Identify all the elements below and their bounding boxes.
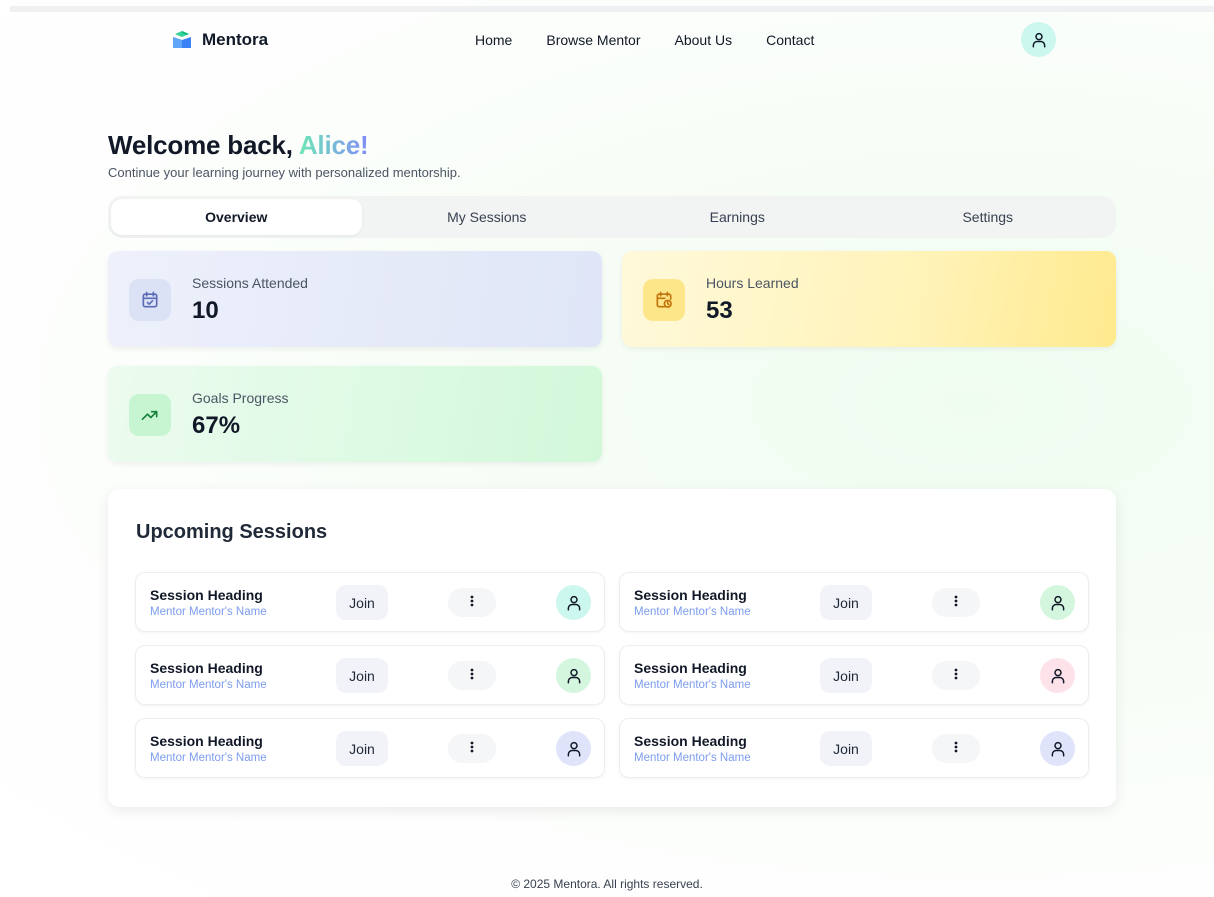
mentor-avatar[interactable] — [1040, 658, 1075, 693]
session-mentor-name[interactable]: Mentor Mentor's Name — [634, 679, 751, 691]
session-mentor-name[interactable]: Mentor Mentor's Name — [634, 752, 751, 764]
brand-name: Mentora — [202, 30, 269, 49]
join-button[interactable]: Join — [820, 585, 872, 620]
stat-value: 10 — [192, 297, 219, 324]
session-mentor-name[interactable]: Mentor Mentor's Name — [150, 752, 267, 764]
more-options-button[interactable] — [448, 588, 496, 617]
calendar-clock-icon — [643, 279, 685, 321]
welcome-section: Welcome back, Alice! Continue your learn… — [108, 130, 461, 180]
mentor-avatar[interactable] — [1040, 731, 1075, 766]
user-icon — [1049, 667, 1067, 685]
session-mentor-name[interactable]: Mentor Mentor's Name — [150, 606, 267, 618]
vertical-dots-icon — [470, 740, 474, 758]
stat-card-sessions-attended: Sessions Attended 10 — [108, 251, 602, 347]
session-card[interactable]: Session Heading Mentor Mentor's Name Join — [619, 572, 1089, 632]
session-card[interactable]: Session Heading Mentor Mentor's Name Join — [135, 572, 605, 632]
stat-card-goals-progress: Goals Progress 67% — [108, 366, 602, 462]
session-card[interactable]: Session Heading Mentor Mentor's Name Join — [619, 645, 1089, 705]
user-name: Alice! — [298, 130, 369, 160]
join-button[interactable]: Join — [336, 585, 388, 620]
stat-card-hours-learned: Hours Learned 53 — [622, 251, 1116, 347]
upcoming-sessions-title: Upcoming Sessions — [136, 521, 328, 543]
session-mentor-name[interactable]: Mentor Mentor's Name — [150, 679, 267, 691]
session-heading: Session Heading — [150, 587, 263, 603]
welcome-heading: Welcome back, Alice! — [108, 130, 461, 161]
session-card[interactable]: Session Heading Mentor Mentor's Name Join — [135, 718, 605, 778]
mentor-avatar[interactable] — [1040, 585, 1075, 620]
session-heading: Session Heading — [634, 733, 747, 749]
dashboard-tabs: Overview My Sessions Earnings Settings — [108, 196, 1116, 238]
more-options-button[interactable] — [448, 734, 496, 763]
user-icon — [1049, 740, 1067, 758]
stat-value: 67% — [192, 412, 241, 439]
nav-browse-mentor[interactable]: Browse Mentor — [546, 32, 640, 48]
join-button[interactable]: Join — [820, 731, 872, 766]
user-avatar[interactable] — [1021, 22, 1056, 57]
calendar-check-icon — [129, 279, 171, 321]
more-options-button[interactable] — [932, 661, 980, 690]
upcoming-sessions-panel: Upcoming Sessions Session Heading Mentor … — [108, 489, 1116, 807]
tab-my-sessions[interactable]: My Sessions — [362, 199, 613, 235]
welcome-subtitle: Continue your learning journey with pers… — [108, 165, 461, 180]
session-card[interactable]: Session Heading Mentor Mentor's Name Join — [135, 645, 605, 705]
vertical-dots-icon — [954, 740, 958, 758]
session-heading: Session Heading — [634, 587, 747, 603]
session-card[interactable]: Session Heading Mentor Mentor's Name Join — [619, 718, 1089, 778]
user-icon — [565, 594, 583, 612]
session-heading: Session Heading — [634, 660, 747, 676]
user-icon — [1032, 32, 1045, 47]
nav-about-us[interactable]: About Us — [675, 32, 733, 48]
trending-up-icon — [129, 394, 171, 436]
user-icon — [1049, 594, 1067, 612]
session-heading: Session Heading — [150, 660, 263, 676]
join-button[interactable]: Join — [336, 658, 388, 693]
brand-logo[interactable]: Mentora — [170, 28, 268, 52]
tab-earnings[interactable]: Earnings — [612, 199, 863, 235]
more-options-button[interactable] — [932, 588, 980, 617]
vertical-dots-icon — [954, 594, 958, 612]
tab-settings[interactable]: Settings — [863, 199, 1114, 235]
mentor-avatar[interactable] — [556, 585, 591, 620]
stat-value: 53 — [706, 297, 733, 324]
footer-copyright: © 2025 Mentora. All rights reserved. — [511, 877, 703, 891]
more-options-button[interactable] — [448, 661, 496, 690]
join-button[interactable]: Join — [820, 658, 872, 693]
vertical-dots-icon — [470, 594, 474, 612]
stat-label: Goals Progress — [192, 390, 289, 406]
vertical-dots-icon — [954, 667, 958, 685]
join-button[interactable]: Join — [336, 731, 388, 766]
logo-icon — [173, 31, 191, 48]
session-heading: Session Heading — [150, 733, 263, 749]
nav-contact[interactable]: Contact — [766, 32, 814, 48]
nav-home[interactable]: Home — [475, 32, 512, 48]
session-mentor-name[interactable]: Mentor Mentor's Name — [634, 606, 751, 618]
user-icon — [565, 667, 583, 685]
stat-label: Sessions Attended — [192, 275, 308, 291]
user-icon — [565, 740, 583, 758]
header: Mentora Home Browse Mentor About Us Cont… — [0, 12, 1214, 68]
more-options-button[interactable] — [932, 734, 980, 763]
stat-label: Hours Learned — [706, 275, 799, 291]
mentor-avatar[interactable] — [556, 731, 591, 766]
welcome-prefix: Welcome back, — [108, 130, 299, 160]
mentor-avatar[interactable] — [556, 658, 591, 693]
vertical-dots-icon — [470, 667, 474, 685]
tab-overview[interactable]: Overview — [111, 199, 362, 235]
main-nav: Home Browse Mentor About Us Contact — [475, 32, 814, 48]
